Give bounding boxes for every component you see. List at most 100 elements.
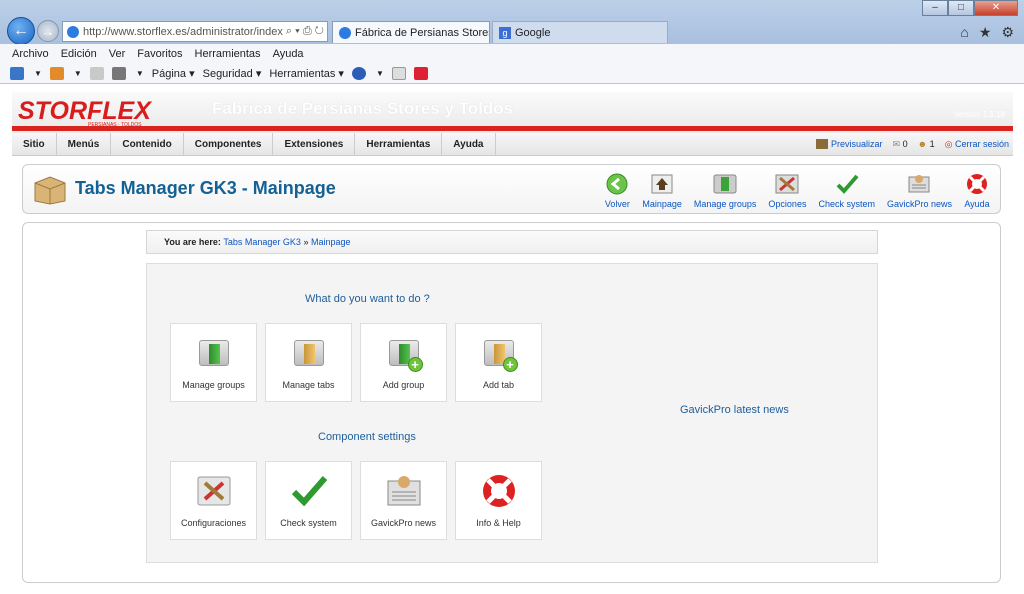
tabs-folder-icon [290,334,328,372]
home-icon[interactable] [10,66,24,80]
gavickpro-news-card[interactable]: GavickPro news [360,461,447,540]
menu-favoritos[interactable]: Favoritos [133,48,186,60]
help-icon[interactable] [351,66,366,80]
volver-label: Volver [604,199,630,209]
close-window-button[interactable]: ✕ [974,0,1018,16]
manage-groups-card[interactable]: Manage groups [170,323,257,402]
mainpage-button[interactable]: Mainpage [636,171,688,209]
cmd-seguridad-label: Seguridad [202,67,253,80]
browser-tools: ⌂ ★ ⚙ [960,24,1014,41]
groups-folder-icon [195,334,233,372]
site-title: Fábrica de Persianas Stores y Toldos [212,99,514,118]
menu-menus[interactable]: Menús [57,132,112,156]
breadcrumb: You are here: Tabs Manager GK3 » Mainpag… [146,230,878,254]
minimize-button[interactable]: – [922,0,948,16]
section-heading-settings: Component settings [318,431,416,443]
mainpage-icon [649,171,675,197]
toolbar: Volver Mainpage Manage groups Opciones C… [598,171,996,209]
tab-storflex[interactable]: Fábrica de Persianas Stores ... ✕ [332,21,490,43]
chevron-down-icon[interactable]: ▼ [376,69,384,78]
ie-icon [339,26,351,39]
users-value: 1 [929,139,935,149]
add-tab-card[interactable]: + Add tab [455,323,542,402]
newspaper-icon [906,171,932,197]
logout-icon: ◎ [944,138,953,149]
home-icon[interactable]: ⌂ [960,24,968,41]
chevron-down-icon[interactable]: ▼ [136,69,144,78]
settings-gear-icon[interactable]: ⚙ [1001,24,1014,41]
menu-contenido[interactable]: Contenido [111,132,184,156]
menu-herramientas[interactable]: Herramientas [191,48,265,60]
chevron-down-icon[interactable]: ▼ [34,69,42,78]
chevron-down-icon[interactable]: ▼ [74,69,82,78]
feeds-icon[interactable] [49,66,64,80]
add-group-icon: + [385,334,423,372]
menu-ver[interactable]: Ver [105,48,130,60]
card-label: Manage tabs [282,380,335,390]
menu-extensiones[interactable]: Extensiones [273,132,356,156]
menu-ayuda[interactable]: Ayuda [442,132,496,156]
menu-sitio[interactable]: Sitio [12,132,57,156]
menu-ayuda[interactable]: Ayuda [269,48,308,60]
news-heading: GavickPro latest news [680,404,789,416]
favorites-star-icon[interactable]: ★ [979,24,992,41]
status-area: Previsualizar ✉ 0 ☻ 1 ◎ Cerrar sesión [815,139,1013,150]
admin-menu: Sitio Menús Contenido Componentes Extens… [12,132,1013,156]
ayuda-button[interactable]: Ayuda [958,171,996,209]
menu-edicion[interactable]: Edición [57,48,101,60]
menu-archivo[interactable]: Archivo [8,48,53,60]
lifebuoy-icon [964,171,990,197]
ayuda-label: Ayuda [964,199,990,209]
card-label: GavickPro news [370,518,437,528]
preview-link[interactable]: Previsualizar [815,139,883,150]
add-group-card[interactable]: + Add group [360,323,447,402]
messages-value: 0 [902,138,908,149]
volver-button[interactable]: Volver [598,171,636,209]
cmd-seguridad[interactable]: Seguridad ▾ [203,67,262,80]
logout-label: Cerrar sesión [954,138,1009,149]
breadcrumb-prefix: You are here: [164,237,221,247]
cmd-pagina[interactable]: Página ▾ [152,67,195,80]
manage-tabs-card[interactable]: Manage tabs [265,323,352,402]
users-count[interactable]: ☻ 1 [918,139,935,149]
tab-google[interactable]: g Google [492,21,668,43]
tools-icon [195,472,233,510]
back-button[interactable]: ← [7,17,35,45]
page-title: Tabs Manager GK3 - Mainpage [75,178,336,198]
messages-count[interactable]: ✉ 0 [893,139,908,150]
card-label: Info & Help [476,518,521,528]
gavickpro-news-button[interactable]: GavickPro news [881,171,958,209]
logout-link[interactable]: ◎ Cerrar sesión [945,139,1009,150]
forward-button[interactable]: → [37,20,59,42]
breadcrumb-link-component[interactable]: Tabs Manager GK3 [223,237,301,247]
header-divider [12,126,1013,131]
address-bar[interactable]: http://www.storflex.es/administrator/ind… [62,21,328,42]
ie-icon [67,25,79,38]
opciones-button[interactable]: Opciones [762,171,812,209]
lifebuoy-icon [480,472,518,510]
menu-herramientas[interactable]: Herramientas [355,132,443,156]
menu-componentes[interactable]: Componentes [184,132,274,156]
preview-icon [815,139,828,150]
k-icon[interactable] [391,66,406,80]
breadcrumb-link-mainpage[interactable]: Mainpage [311,237,351,247]
print-icon[interactable] [111,66,126,80]
maximize-button[interactable]: □ [948,0,974,16]
users-icon: ☻ [917,139,928,149]
joomla-admin-page: STORFLEX PERSIANAS · TOLDOS Fábrica de P… [10,86,1014,594]
configuraciones-card[interactable]: Configuraciones [170,461,257,540]
address-actions-icon[interactable]: ⌕ ▾ ⎙ ↻ ✕ [283,25,327,38]
cmd-herramientas[interactable]: Herramientas ▾ [269,67,344,80]
flag-icon[interactable] [413,66,428,80]
card-label: Add group [382,380,425,390]
info-help-card[interactable]: Info & Help [455,461,542,540]
check-system-button[interactable]: Check system [812,171,881,209]
checkmark-icon [290,472,328,510]
checkmark-icon [834,171,860,197]
tab-label: Google [515,26,551,39]
check-system-card[interactable]: Check system [265,461,352,540]
browser-titlebar: ← → http://www.storflex.es/administrator… [0,0,1024,45]
mail-icon[interactable] [89,66,104,80]
manage-groups-button[interactable]: Manage groups [688,171,763,209]
main-panel: What do you want to do ? Manage groups M… [146,263,878,563]
